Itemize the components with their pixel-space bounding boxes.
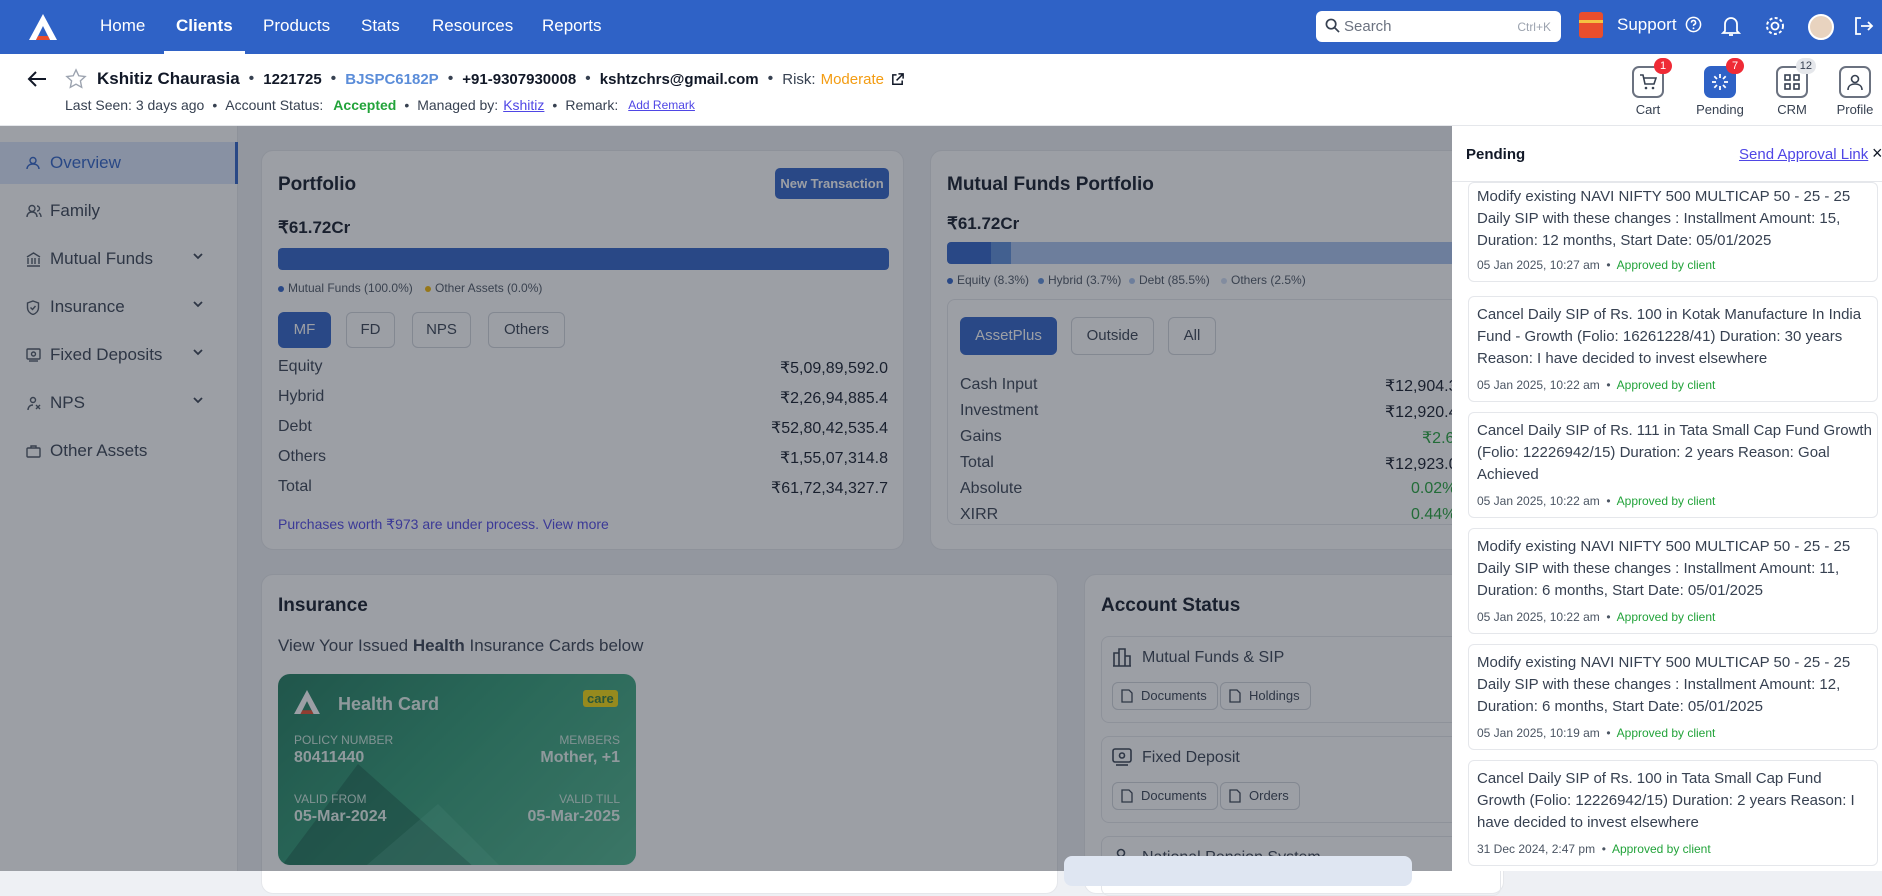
pending-item[interactable]: Cancel Daily SIP of Rs. 111 in Tata Smal… (1468, 412, 1878, 518)
pending-title: Pending (1466, 146, 1526, 163)
pending-item[interactable]: Cancel Daily SIP of Rs. 100 in Tata Smal… (1468, 760, 1878, 866)
external-link-icon[interactable] (890, 72, 905, 87)
account-status-value: Accepted (333, 97, 397, 113)
bell-icon[interactable] (1721, 15, 1741, 37)
add-remark-link[interactable]: Add Remark (628, 98, 695, 112)
profile-label: Profile (1836, 102, 1874, 117)
search-shortcut: Ctrl+K (1517, 20, 1551, 34)
nav-reports[interactable]: Reports (542, 0, 602, 54)
nav-products[interactable]: Products (263, 0, 330, 54)
cart-badge: 1 (1654, 58, 1672, 74)
pending-item[interactable]: Modify existing NAVI NIFTY 500 MULTICAP … (1468, 644, 1878, 750)
pending-item-time: 05 Jan 2025, 10:19 am (1477, 726, 1600, 740)
top-navbar: Home Clients Products Stats Resources Re… (0, 0, 1882, 54)
pending-item-meta: 05 Jan 2025, 10:22 am • Approved by clie… (1477, 494, 1716, 508)
managed-by-label: Managed by: (417, 97, 499, 113)
search-input[interactable]: Search Ctrl+K (1316, 11, 1561, 42)
pending-item-meta: 31 Dec 2024, 2:47 pm • Approved by clien… (1477, 842, 1711, 856)
pending-label: Pending (1696, 102, 1744, 117)
cart-label: Cart (1635, 102, 1661, 117)
cart-action[interactable]: 1 Cart (1613, 58, 1683, 117)
search-placeholder: Search (1344, 18, 1392, 35)
pending-drawer: Pending Send Approval Link × Modify exis… (1452, 126, 1882, 871)
pending-item-status: Approved by client (1616, 378, 1716, 392)
help-icon (1685, 16, 1702, 33)
pending-item-time: 05 Jan 2025, 10:22 am (1477, 378, 1600, 392)
last-seen: Last Seen: 3 days ago (65, 97, 205, 113)
nav-clients[interactable]: Clients (164, 0, 245, 54)
pending-item-time: 05 Jan 2025, 10:22 am (1477, 494, 1600, 508)
client-id: 1221725 (263, 70, 322, 88)
pending-item-meta: 05 Jan 2025, 10:19 am • Approved by clie… (1477, 726, 1716, 740)
search-icon (1325, 18, 1340, 33)
risk-value: Moderate (820, 70, 884, 88)
user-avatar[interactable] (1808, 14, 1834, 40)
back-arrow-icon[interactable] (27, 70, 47, 88)
crm-action[interactable]: 12 CRM (1757, 58, 1827, 117)
nav-resources[interactable]: Resources (432, 0, 513, 54)
crm-badge: 12 (1795, 58, 1816, 74)
grid-icon: 12 (1776, 58, 1816, 98)
send-approval-link[interactable]: Send Approval Link (1739, 146, 1868, 163)
pending-item[interactable]: Modify existing NAVI NIFTY 500 MULTICAP … (1468, 528, 1878, 634)
pending-item-status: Approved by client (1611, 842, 1711, 856)
pending-item-status: Approved by client (1616, 610, 1716, 624)
pending-item-text: Modify existing NAVI NIFTY 500 MULTICAP … (1477, 654, 1851, 715)
profile-icon (1839, 66, 1871, 98)
pending-item-text: Cancel Daily SIP of Rs. 111 in Tata Smal… (1477, 422, 1872, 483)
pending-item-status: Approved by client (1616, 726, 1716, 740)
pending-item[interactable]: Modify existing NAVI NIFTY 500 MULTICAP … (1468, 182, 1878, 282)
pending-item-meta: 05 Jan 2025, 10:27 am • Approved by clie… (1477, 258, 1716, 272)
client-email: kshtzchrs@gmail.com (599, 70, 759, 88)
pending-item-text: Cancel Daily SIP of Rs. 100 in Tata Smal… (1477, 770, 1855, 831)
pending-item-meta: 05 Jan 2025, 10:22 am • Approved by clie… (1477, 378, 1716, 392)
support-label: Support (1617, 15, 1677, 34)
pending-badge: 7 (1726, 58, 1744, 74)
nav-stats[interactable]: Stats (361, 0, 400, 54)
pending-item-status: Approved by client (1616, 258, 1716, 272)
client-phone: +91-9307930008 (462, 70, 577, 88)
client-header: Kshitiz Chaurasia • 1221725 • BJSPC6182P… (0, 54, 1882, 126)
crm-label: CRM (1777, 102, 1807, 117)
gift-icon[interactable] (1579, 12, 1603, 38)
client-pan[interactable]: BJSPC6182P (345, 71, 438, 88)
pending-icon: 7 (1704, 58, 1744, 98)
pending-item-text: Cancel Daily SIP of Rs. 100 in Kotak Man… (1477, 306, 1862, 367)
modal-backdrop[interactable] (0, 126, 1452, 871)
pending-item-time: 31 Dec 2024, 2:47 pm (1477, 842, 1596, 856)
account-status-label: Account Status: (225, 97, 324, 113)
star-icon[interactable] (65, 68, 87, 90)
pending-item[interactable]: Cancel Daily SIP of Rs. 100 in Kotak Man… (1468, 296, 1878, 402)
pending-item-status: Approved by client (1616, 494, 1716, 508)
support-button[interactable]: Support (1617, 15, 1702, 35)
close-icon[interactable]: × (1872, 143, 1882, 164)
cart-icon: 1 (1632, 58, 1672, 98)
pending-item-text: Modify existing NAVI NIFTY 500 MULTICAP … (1477, 188, 1851, 249)
pending-item-meta: 05 Jan 2025, 10:22 am • Approved by clie… (1477, 610, 1716, 624)
pending-item-time: 05 Jan 2025, 10:27 am (1477, 258, 1600, 272)
pending-item-text: Modify existing NAVI NIFTY 500 MULTICAP … (1477, 538, 1851, 599)
pending-item-time: 05 Jan 2025, 10:22 am (1477, 610, 1600, 624)
gear-icon[interactable] (1764, 15, 1786, 37)
nav-home[interactable]: Home (100, 0, 145, 54)
risk-label: Risk: (782, 70, 816, 88)
managed-by-link[interactable]: Kshitiz (503, 97, 544, 113)
pending-action[interactable]: 7 Pending (1685, 58, 1755, 117)
client-name: Kshitiz Chaurasia (97, 69, 240, 88)
app-logo-icon[interactable] (29, 14, 57, 40)
profile-action[interactable]: Profile (1825, 66, 1882, 117)
remark-label: Remark: (565, 97, 619, 113)
floating-bar (1064, 856, 1412, 886)
logout-icon[interactable] (1852, 15, 1874, 37)
